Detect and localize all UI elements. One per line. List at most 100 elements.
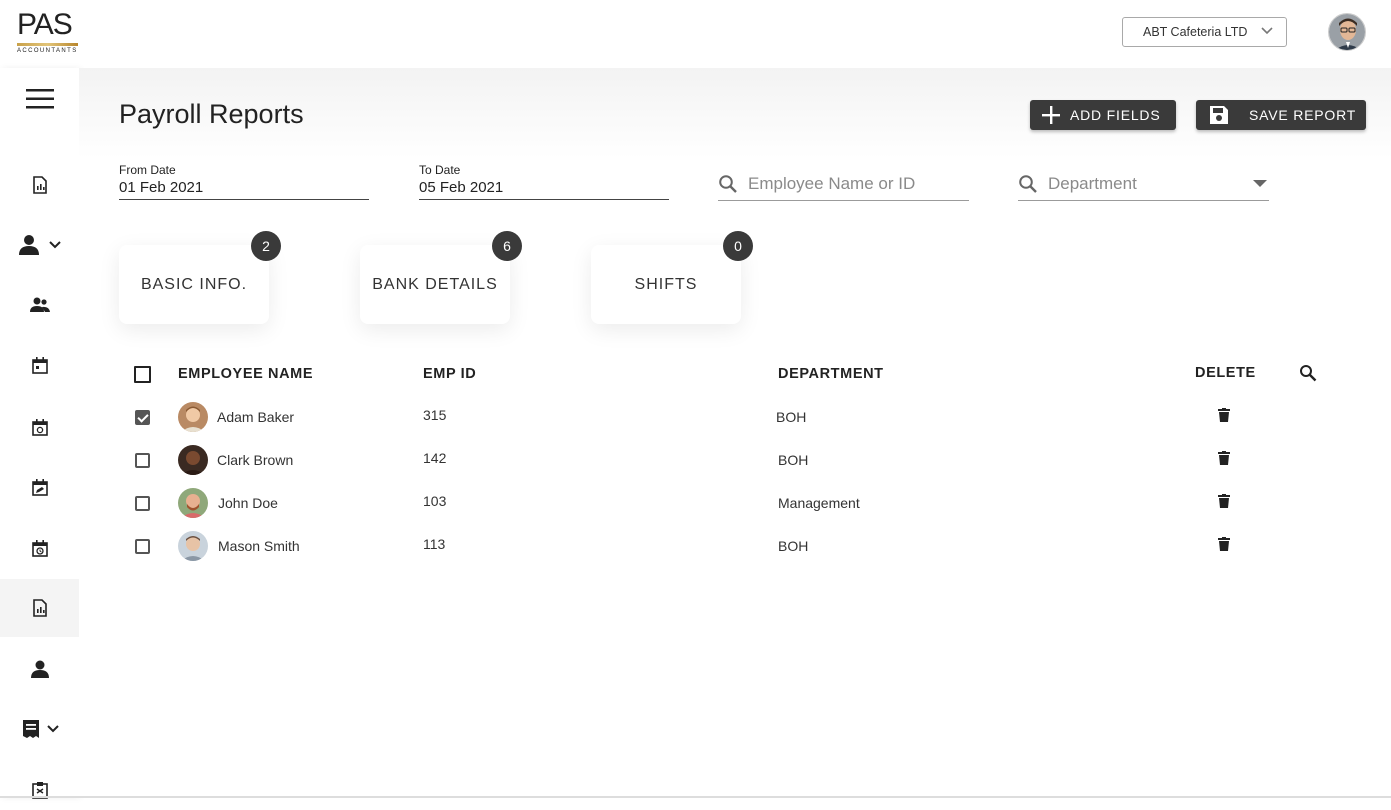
sidebar	[0, 68, 79, 799]
employee-avatar	[178, 488, 208, 518]
employee-department: BOH	[776, 409, 807, 425]
logo-subtitle: ACCOUNTANTS	[17, 48, 78, 54]
table-row[interactable]: Clark Brown 142 BOH	[119, 439, 1339, 482]
employee-id: 142	[423, 450, 447, 466]
from-date-label: From Date	[119, 163, 176, 177]
department-underline	[1018, 200, 1269, 201]
employee-avatar	[178, 402, 208, 432]
to-date-underline	[419, 199, 669, 200]
sidebar-item-people[interactable]	[0, 285, 79, 325]
save-report-button[interactable]: SAVE REPORT	[1196, 100, 1366, 130]
logo-text: PAS	[17, 8, 73, 41]
employee-department: BOH	[778, 452, 809, 468]
user-avatar-image	[1329, 14, 1365, 50]
report-document-icon	[32, 599, 47, 617]
card-label: BASIC INFO.	[140, 275, 248, 293]
people-icon	[29, 297, 50, 312]
calendar-edit-icon	[31, 478, 48, 496]
report-document-icon	[32, 176, 47, 194]
employee-search-underline	[718, 200, 969, 201]
from-date-value: 01 Feb 2021	[119, 179, 204, 196]
search-icon	[1019, 175, 1037, 193]
sidebar-item-calendar-check[interactable]	[0, 407, 79, 447]
chevron-down-icon	[1261, 27, 1273, 35]
row-checkbox[interactable]	[135, 539, 150, 554]
main-content: Payroll Reports ADD FIELDS SAVE REPORT F…	[79, 68, 1391, 798]
employee-avatar	[178, 531, 208, 561]
table-row[interactable]: Mason Smith 113 BOH	[119, 525, 1339, 568]
search-icon[interactable]	[1299, 364, 1317, 382]
to-date-field[interactable]: To Date 05 Feb 2021	[419, 163, 669, 200]
column-header-employee-name[interactable]: EMPLOYEE NAME	[178, 366, 313, 382]
to-date-label: To Date	[419, 163, 461, 177]
select-all-checkbox[interactable]	[134, 366, 151, 383]
employee-department: BOH	[778, 538, 809, 554]
caret-down-icon	[1253, 180, 1267, 187]
plus-icon	[1042, 106, 1060, 124]
employee-name: Clark Brown	[217, 452, 294, 468]
calendar-clock-icon	[31, 539, 48, 557]
sidebar-item-payroll-reports[interactable]	[0, 588, 79, 628]
row-checkbox[interactable]	[135, 453, 150, 468]
top-bar: PAS ACCOUNTANTS ABT Cafeteria LTD	[0, 0, 1391, 68]
employee-id: 315	[423, 407, 447, 423]
employee-name: John Doe	[218, 495, 278, 511]
column-header-emp-id[interactable]: EMP ID	[423, 366, 476, 382]
employee-search-placeholder: Employee Name or ID	[748, 174, 916, 193]
from-date-field[interactable]: From Date 01 Feb 2021	[119, 163, 369, 200]
card-shifts[interactable]: SHIFTS 0	[591, 231, 753, 324]
sidebar-item-calendar[interactable]	[0, 345, 79, 385]
trash-icon[interactable]	[1218, 408, 1230, 422]
trash-icon[interactable]	[1218, 451, 1230, 465]
pas-logo[interactable]: PAS ACCOUNTANTS	[17, 10, 79, 56]
sidebar-item-calendar-edit[interactable]	[0, 467, 79, 507]
row-checkbox[interactable]	[135, 410, 150, 425]
employee-name: Adam Baker	[217, 409, 295, 425]
card-label: SHIFTS	[634, 275, 698, 293]
trash-icon[interactable]	[1218, 494, 1230, 508]
chevron-down-icon	[46, 725, 59, 733]
sidebar-item-receipts[interactable]	[0, 709, 79, 749]
to-date-value: 05 Feb 2021	[419, 179, 504, 196]
count-badge: 2	[251, 231, 281, 261]
column-header-department[interactable]: DEPARTMENT	[778, 366, 884, 382]
employee-avatar	[178, 445, 208, 475]
company-select-value: ABT Cafeteria LTD	[1143, 25, 1248, 39]
sidebar-item-reports[interactable]	[0, 165, 79, 205]
table-row[interactable]: Adam Baker 315 BOH	[119, 396, 1339, 439]
person-icon	[30, 660, 49, 678]
row-checkbox[interactable]	[135, 496, 150, 511]
table-row[interactable]: John Doe 103 Management	[119, 482, 1339, 525]
save-report-label: SAVE REPORT	[1249, 107, 1357, 123]
trash-icon[interactable]	[1218, 537, 1230, 551]
department-placeholder: Department	[1048, 174, 1137, 193]
employee-search-input[interactable]: Employee Name or ID	[718, 169, 969, 201]
menu-button[interactable]	[0, 79, 79, 119]
person-icon	[18, 235, 39, 255]
logo-accent-line	[17, 43, 78, 46]
user-avatar[interactable]	[1328, 13, 1366, 51]
page-title: Payroll Reports	[119, 99, 304, 129]
department-select[interactable]: Department	[1018, 169, 1269, 201]
hamburger-icon	[25, 89, 54, 109]
search-icon	[719, 175, 737, 193]
employee-name: Mason Smith	[218, 538, 300, 554]
sidebar-item-schedule[interactable]	[0, 528, 79, 568]
card-label: BANK DETAILS	[372, 275, 498, 293]
sidebar-item-employee[interactable]	[0, 225, 79, 265]
employee-id: 103	[423, 493, 447, 509]
from-date-underline	[119, 199, 369, 200]
employee-department: Management	[778, 495, 860, 511]
save-icon	[1210, 106, 1228, 124]
company-select[interactable]: ABT Cafeteria LTD	[1122, 17, 1287, 47]
count-badge: 0	[723, 231, 753, 261]
add-fields-button[interactable]: ADD FIELDS	[1030, 100, 1176, 130]
card-basic-info[interactable]: BASIC INFO. 2	[119, 231, 281, 324]
card-bank-details[interactable]: BANK DETAILS 6	[360, 231, 522, 324]
receipt-icon	[22, 720, 39, 738]
sidebar-item-clipboard[interactable]	[0, 770, 79, 810]
add-fields-label: ADD FIELDS	[1070, 107, 1161, 123]
employee-id: 113	[423, 536, 446, 552]
sidebar-item-profile[interactable]	[0, 649, 79, 689]
calendar-icon	[31, 356, 48, 374]
